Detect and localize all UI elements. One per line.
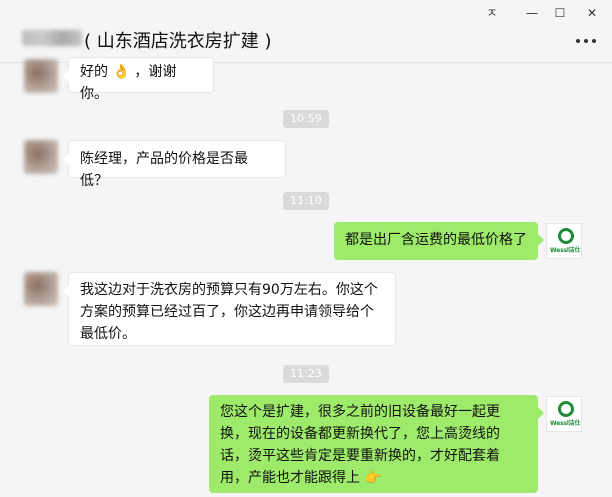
contact-avatar[interactable] [24, 59, 58, 93]
my-avatar[interactable]: Wessl洁仕 [546, 223, 582, 259]
close-icon[interactable]: ✕ [582, 4, 602, 22]
message-bubble-incoming[interactable]: 陈经理，产品的价格是否最低？ [63, 140, 286, 189]
my-avatar[interactable]: Wessl洁仕 [546, 396, 582, 432]
title-bar: ( 山东酒店洗衣房扩建 ) ㅈ — ☐ ✕ [0, 0, 612, 63]
message-bubble-outgoing[interactable]: 您这个是扩建，很多之前的旧设备最好一起更换，现在的设备都更新换代了，您上高烫线的… [209, 395, 544, 493]
timestamp: 11:10 [283, 192, 329, 210]
message-bubble-outgoing[interactable]: 都是出厂含运费的最低价格了 [334, 222, 544, 260]
company-logo-icon [558, 401, 574, 417]
pin-icon[interactable]: ㅈ [482, 4, 502, 22]
contact-avatar[interactable] [24, 272, 58, 306]
message-text: 陈经理，产品的价格是否最低？ [80, 151, 248, 189]
pointing-right-emoji-icon: 👉 [364, 470, 382, 486]
message-list: 好的 👌 ，谢谢你。 10:59 陈经理，产品的价格是否最低？ 11:10 都是… [0, 57, 612, 497]
maximize-icon[interactable]: ☐ [550, 4, 570, 22]
chat-title: ( 山东酒店洗衣房扩建 ) [84, 31, 272, 52]
logo-text: Wessl洁仕 [550, 420, 581, 427]
message-text: 我这边对于洗衣房的预算只有90万左右。你这个方案的预算已经过百了，你这边再申请领… [80, 282, 378, 342]
contact-avatar[interactable] [24, 140, 58, 174]
company-logo-icon [558, 228, 574, 244]
message-bubble-incoming[interactable]: 我这边对于洗衣房的预算只有90万左右。你这个方案的预算已经过百了，你这边再申请领… [63, 272, 396, 346]
ok-hand-emoji-icon: 👌 [112, 64, 130, 80]
logo-text: Wessl洁仕 [550, 247, 581, 254]
message-text: 您这个是扩建，很多之前的旧设备最好一起更换，现在的设备都更新换代了，您上高烫线的… [220, 404, 500, 486]
message-bubble-incoming[interactable]: 好的 👌 ，谢谢你。 [63, 57, 214, 102]
timestamp: 10:59 [283, 110, 329, 128]
minimize-icon[interactable]: — [522, 4, 542, 22]
more-options-icon[interactable] [576, 36, 596, 46]
message-text: 好的 [80, 64, 108, 80]
message-text: 都是出厂含运费的最低价格了 [345, 232, 527, 248]
timestamp: 11:23 [283, 365, 329, 383]
contact-name-blurred [22, 30, 82, 46]
